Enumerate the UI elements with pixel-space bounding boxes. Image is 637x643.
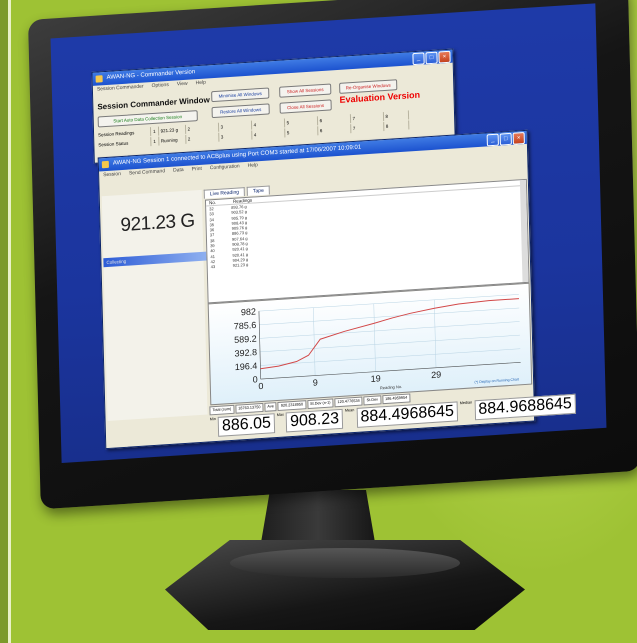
y-tick-label: 982	[241, 306, 256, 317]
menu-view[interactable]: View	[177, 81, 188, 88]
row-cell: 6	[317, 124, 351, 136]
row-cell: 921.23 g	[158, 124, 186, 136]
y-tick-label: 785.6	[234, 320, 257, 331]
minimize-button[interactable]: _	[486, 133, 499, 147]
grid-line	[313, 307, 316, 376]
monitor-base-hub	[230, 548, 460, 578]
commander-title: AWAN-NG - Commander Version	[106, 69, 196, 81]
stat-field: 120.4776534	[334, 396, 363, 408]
left-edge-bar	[0, 0, 8, 643]
row-cell: 5	[284, 126, 318, 138]
y-tick-label: 0	[253, 374, 258, 384]
grid-line	[260, 348, 521, 366]
y-tick-label: 196.4	[235, 361, 258, 372]
app-icon	[95, 75, 103, 83]
close-button[interactable]: ×	[438, 50, 451, 64]
monitor-screen: AWAN-NG - Commander Version _ □ × Sessio…	[50, 3, 607, 463]
app-icon	[101, 160, 109, 169]
menu-options[interactable]: Options	[152, 82, 169, 89]
stat-label: Min	[209, 417, 216, 422]
grid-line	[259, 321, 520, 339]
stat-value: 908.23	[285, 408, 344, 433]
stat-field: 920.2318950	[277, 400, 307, 411]
minimise-all-button[interactable]: Minimise All Windows	[211, 87, 270, 103]
stat-field: 18763.13750	[235, 402, 264, 414]
monitor-bezel: AWAN-NG - Commander Version _ □ × Sessio…	[28, 0, 637, 510]
stat-value: 886.05	[217, 413, 276, 437]
maximize-button[interactable]: □	[425, 51, 438, 65]
menu-session[interactable]: Session	[103, 171, 121, 178]
x-tick-label: 29	[431, 369, 441, 380]
window-controls: _ □ ×	[412, 50, 451, 66]
running-chart: 982 785.6 589.2 392.8 196.4 0 0 9 19 29 Reading No…	[207, 282, 533, 406]
menu-help[interactable]: Help	[248, 162, 258, 169]
x-axis	[260, 362, 521, 380]
close-sessions-button[interactable]: Close All Sessions	[279, 99, 332, 114]
menu-help[interactable]: Help	[195, 80, 205, 87]
maximize-button[interactable]: □	[499, 132, 512, 146]
table-scrollbar[interactable]	[519, 179, 529, 283]
close-button[interactable]: ×	[512, 131, 525, 145]
row-cell: 2	[185, 132, 219, 144]
row-cell: 4	[251, 128, 285, 140]
grid-line	[433, 299, 437, 368]
stat-label: Max	[276, 412, 284, 418]
table-cell: 921.23 g	[232, 262, 249, 269]
x-tick-label: 0	[258, 381, 263, 391]
stat-field: St.Dev	[363, 395, 382, 406]
left-edge-stripe	[8, 0, 11, 643]
row-cell: Running	[158, 134, 186, 146]
menu-data[interactable]: Data	[173, 167, 184, 174]
commander-heading: Session Commander Window	[97, 95, 210, 112]
window-controls: _ □ ×	[486, 131, 525, 147]
menu-print[interactable]: Print	[192, 166, 202, 173]
row-cell: 3	[218, 130, 252, 142]
grid-line	[259, 307, 520, 326]
grid-line	[258, 294, 519, 312]
x-axis-label: Reading No.	[380, 384, 402, 390]
grid-line	[373, 303, 376, 372]
row-cell: 7	[350, 122, 384, 134]
stat-label: Median	[459, 400, 473, 406]
chart-subcaption: (*) Display on Running Chart	[474, 377, 519, 384]
show-sessions-button[interactable]: Show All Sessions	[279, 83, 332, 98]
stat-value: 884.9688645	[474, 393, 577, 421]
tab-tape[interactable]: Tape	[246, 185, 270, 196]
series-line	[260, 298, 519, 370]
stat-value: 884.4968645	[356, 401, 459, 428]
x-tick-label: 19	[371, 373, 381, 384]
restore-all-button[interactable]: Restore All Windows	[211, 103, 270, 119]
stat-field: Ave	[264, 402, 278, 412]
x-tick-label: 9	[313, 377, 318, 387]
y-tick-label: 589.2	[234, 334, 257, 345]
row-cell: 8	[383, 120, 409, 132]
stat-label: Mean	[344, 408, 355, 413]
y-axis	[258, 311, 262, 380]
grid-line	[259, 334, 520, 353]
row-cell: 8	[383, 110, 409, 122]
y-tick-label: 392.8	[234, 347, 257, 358]
menu-send-command[interactable]: Send Command	[129, 168, 165, 176]
stat-field: Total (sum)	[209, 404, 235, 416]
chart-svg: 982785.6589.2392.8196.400 9 19 29Reading No…	[234, 294, 521, 391]
minimize-button[interactable]: _	[412, 52, 425, 66]
stat-field: 186.4959954	[381, 393, 411, 405]
stat-field: St.Dev (n-1)	[306, 398, 334, 410]
session-window: AWAN-NG Session 1 connected to ACBplus u…	[97, 129, 577, 450]
table-cell: 43	[210, 264, 216, 270]
menu-configuration[interactable]: Configuration	[210, 163, 240, 171]
